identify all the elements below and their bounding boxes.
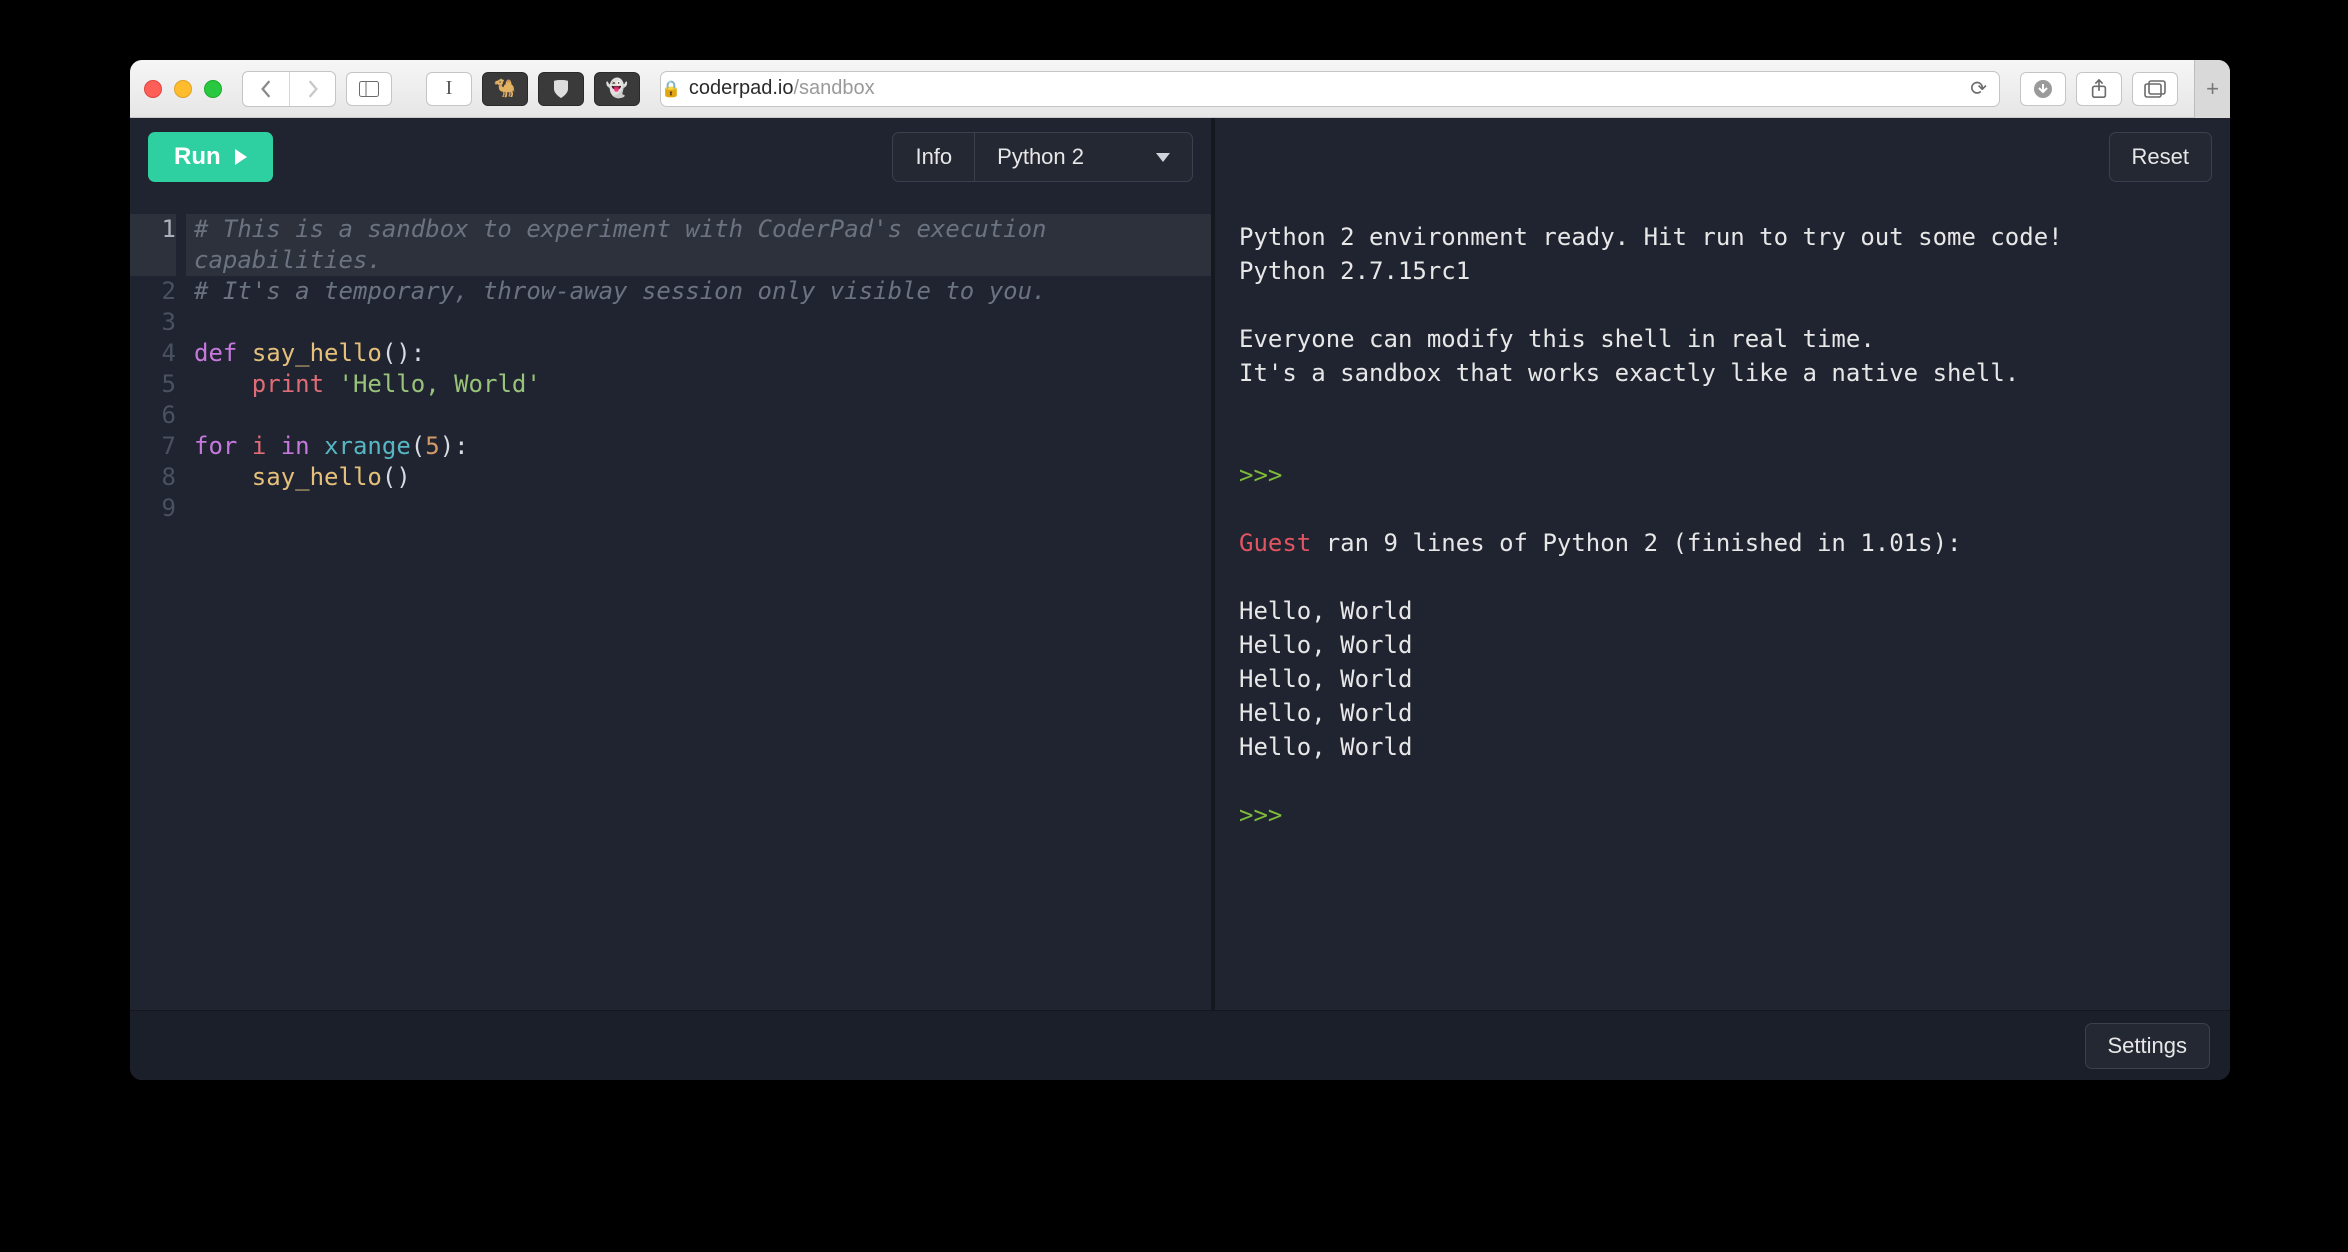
downloads-button[interactable] xyxy=(2020,72,2066,106)
tabs-button[interactable] xyxy=(2132,72,2178,106)
zoom-window-button[interactable] xyxy=(204,80,222,98)
browser-chrome: I 🐪 👻 🔒 coderpad.io/sandbox ⟳ xyxy=(130,60,2230,118)
extension-camel-icon[interactable]: 🐪 xyxy=(482,72,528,106)
minimize-window-button[interactable] xyxy=(174,80,192,98)
url-host: coderpad.io xyxy=(689,77,794,99)
editor-toolbar: Run Info Python 2 xyxy=(130,118,1211,196)
reader-mode-button[interactable]: I xyxy=(426,72,472,106)
info-button[interactable]: Info xyxy=(892,132,975,182)
console-output[interactable]: Python 2 environment ready. Hit run to t… xyxy=(1215,196,2230,1010)
browser-window: I 🐪 👻 🔒 coderpad.io/sandbox ⟳ xyxy=(130,60,2230,1080)
footer: Settings xyxy=(130,1010,2230,1080)
sidebar-toggle-button[interactable] xyxy=(346,72,392,106)
window-controls xyxy=(144,80,222,98)
nav-buttons xyxy=(242,71,336,107)
share-button[interactable] xyxy=(2076,72,2122,106)
forward-button[interactable] xyxy=(289,72,335,106)
address-bar[interactable]: 🔒 coderpad.io/sandbox ⟳ xyxy=(660,71,2000,107)
new-tab-button[interactable]: + xyxy=(2194,60,2230,118)
info-language-group: Info Python 2 xyxy=(892,132,1193,182)
panes: Run Info Python 2 xyxy=(130,118,2230,1010)
extension-ghostery-icon[interactable]: 👻 xyxy=(594,72,640,106)
back-button[interactable] xyxy=(243,72,289,106)
reload-button[interactable]: ⟳ xyxy=(1970,76,1999,101)
line-gutter: 1 23456789 xyxy=(130,196,186,1010)
play-icon xyxy=(235,149,247,165)
right-toolbar xyxy=(2020,72,2178,106)
editor-pane: Run Info Python 2 xyxy=(130,118,1215,1010)
lock-icon: 🔒 xyxy=(661,79,681,99)
url-path: /sandbox xyxy=(793,77,874,99)
close-window-button[interactable] xyxy=(144,80,162,98)
code-editor[interactable]: 1 23456789 # This is a sandbox to experi… xyxy=(130,196,1211,1010)
console-pane: Reset Python 2 environment ready. Hit ru… xyxy=(1215,118,2230,1010)
console-toolbar: Reset xyxy=(1215,118,2230,196)
run-label: Run xyxy=(174,143,221,171)
language-label: Python 2 xyxy=(997,144,1084,170)
code-area[interactable]: # This is a sandbox to experiment with C… xyxy=(186,196,1211,1010)
chevron-down-icon xyxy=(1156,153,1170,162)
settings-button[interactable]: Settings xyxy=(2085,1023,2211,1069)
reset-button[interactable]: Reset xyxy=(2109,132,2212,182)
extension-ublock-icon[interactable] xyxy=(538,72,584,106)
coderpad-app: Run Info Python 2 xyxy=(130,118,2230,1080)
language-select[interactable]: Python 2 xyxy=(975,132,1193,182)
run-button[interactable]: Run xyxy=(148,132,273,182)
